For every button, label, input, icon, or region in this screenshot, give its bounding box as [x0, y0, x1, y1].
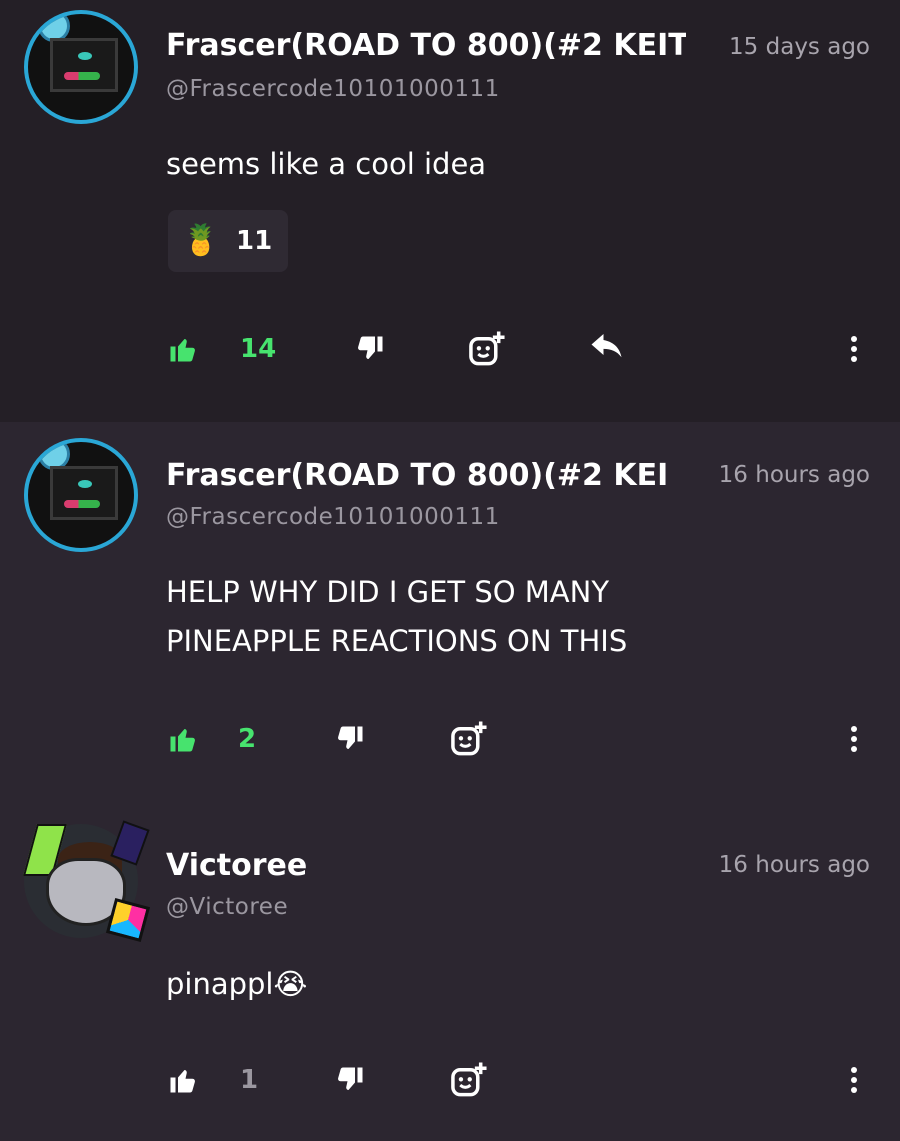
add-reaction-icon [469, 331, 505, 366]
thumbs-up-icon [170, 1070, 195, 1093]
avatar-badge [105, 897, 151, 943]
thumbs-down-icon [358, 336, 383, 359]
comment-card: Frascer(ROAD TO 800)(#2 KEIT @Frascercod… [0, 0, 900, 422]
dislike-button[interactable] [335, 1055, 365, 1105]
reply-icon [591, 334, 622, 358]
like-button[interactable] [168, 1055, 198, 1105]
comment-card: Victoree @Victoree 16 hours ago pinappl😭… [0, 812, 900, 1141]
user-avatar[interactable] [24, 438, 138, 552]
comment-author-name[interactable]: Frascer(ROAD TO 800)(#2 KEI [166, 458, 686, 493]
more-options-icon [851, 726, 857, 752]
add-reaction-button[interactable] [450, 714, 488, 764]
comment-timestamp: 16 hours ago [718, 852, 870, 878]
comment-card: Frascer(ROAD TO 800)(#2 KEI @Frascercode… [0, 422, 900, 812]
add-reaction-button[interactable] [468, 324, 506, 374]
avatar-mouth [64, 72, 100, 80]
comment-author-name[interactable]: Victoree [166, 848, 686, 883]
pineapple-icon: 🍍 [182, 223, 220, 258]
comment-text: HELP WHY DID I GET SO MANY PINEAPPLE REA… [166, 568, 627, 666]
thumbs-up-icon [170, 729, 195, 752]
comment-actions: 1 [0, 1055, 900, 1105]
add-reaction-icon [451, 721, 487, 756]
like-count: 1 [240, 1065, 259, 1095]
pineapple-reaction-chip[interactable]: 🍍 11 [168, 210, 288, 272]
avatar-eye [78, 52, 92, 60]
user-avatar[interactable] [23, 820, 151, 943]
more-options-button[interactable] [846, 1055, 862, 1105]
more-options-icon [851, 336, 857, 362]
dislike-button[interactable] [355, 324, 385, 374]
robot-avatar-icon [50, 466, 118, 520]
more-options-button[interactable] [846, 714, 862, 764]
comment-timestamp: 16 hours ago [718, 462, 870, 488]
more-options-icon [851, 1067, 857, 1093]
reaction-count: 11 [236, 226, 273, 256]
comment-text-content: pinappl [166, 967, 274, 1001]
comment-actions: 14 [0, 324, 900, 374]
thumbs-up-icon [170, 339, 195, 362]
comment-author-handle[interactable]: @Frascercode10101000111 [166, 76, 500, 102]
crying-emoji-icon: 😭 [273, 967, 308, 1001]
comment-text-line: HELP WHY DID I GET SO MANY [166, 575, 610, 609]
comment-author-handle[interactable]: @Frascercode10101000111 [166, 504, 500, 530]
thumbs-down-icon [338, 726, 363, 749]
comment-author-handle[interactable]: @Victoree [166, 894, 288, 920]
comment-author-name[interactable]: Frascer(ROAD TO 800)(#2 KEIT [166, 28, 686, 63]
thumbs-down-icon [338, 1067, 363, 1090]
comment-text-line: PINEAPPLE REACTIONS ON THIS [166, 624, 628, 658]
comment-text: seems like a cool idea [166, 147, 487, 181]
robot-avatar-icon [50, 38, 118, 92]
like-button[interactable] [168, 324, 198, 374]
comment-timestamp: 15 days ago [729, 34, 870, 60]
avatar-mouth [64, 500, 100, 508]
user-avatar[interactable] [24, 10, 138, 124]
like-count: 14 [240, 334, 277, 364]
add-reaction-button[interactable] [450, 1055, 488, 1105]
comment-actions: 2 [0, 714, 900, 764]
like-button[interactable] [168, 714, 198, 764]
reply-button[interactable] [590, 324, 626, 374]
comment-text: pinappl😭 [166, 960, 307, 1009]
more-options-button[interactable] [846, 324, 862, 374]
dislike-button[interactable] [335, 714, 365, 764]
add-reaction-icon [451, 1062, 487, 1097]
avatar-eye [78, 480, 92, 488]
like-count: 2 [238, 724, 257, 754]
